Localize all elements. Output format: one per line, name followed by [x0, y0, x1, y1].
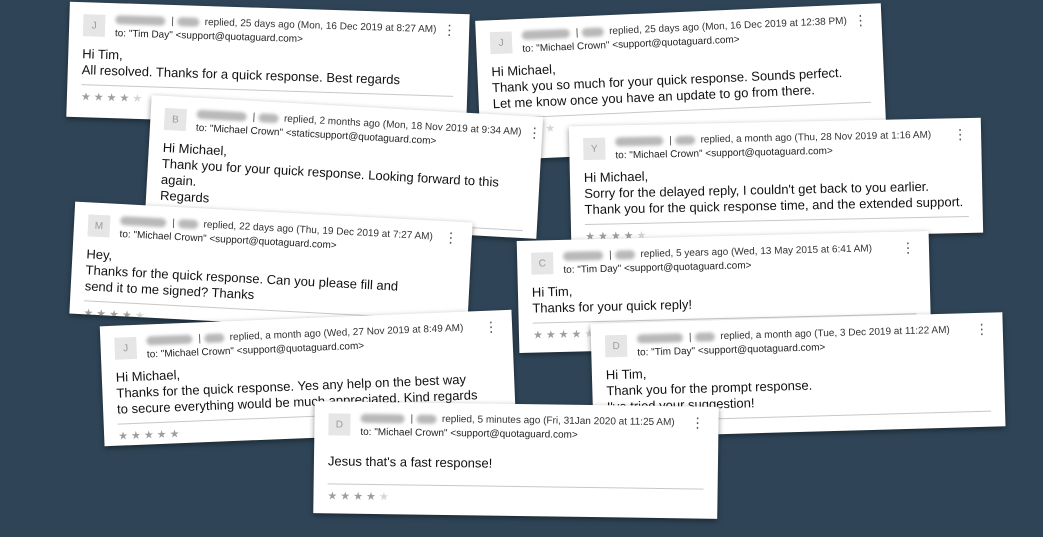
star-rating: ★★★★★ [327, 490, 392, 504]
redacted-name [562, 250, 604, 261]
more-options-icon[interactable]: ⋮ [484, 318, 499, 335]
more-options-icon[interactable]: ⋮ [442, 21, 456, 37]
redacted-org [581, 27, 604, 38]
recipient: to: "Michael Crown" <support@quotaguard.… [360, 426, 578, 441]
redacted-org [203, 333, 225, 344]
reply-meta: replied, 5 minutes ago (Fri, 31Jan 2020 … [441, 413, 675, 429]
more-options-icon[interactable]: ⋮ [901, 239, 915, 255]
avatar: J [489, 31, 513, 55]
redacted-name [360, 413, 405, 424]
redacted-org [416, 414, 437, 424]
more-options-icon[interactable]: ⋮ [690, 414, 704, 430]
redacted-org [674, 135, 695, 145]
message-body: Hi Tim, Thanks for your quick reply! [531, 283, 693, 316]
avatar: Y [583, 137, 606, 161]
avatar: B [163, 107, 187, 132]
reply-meta: replied, a month ago (Tue, 3 Dec 2019 at… [720, 324, 950, 343]
reply-meta: replied, a month ago (Wed, 27 Nov 2019 a… [229, 322, 464, 344]
avatar: C [530, 252, 554, 275]
message-body: Hi Tim, All resolved. Thanks for a quick… [81, 46, 401, 88]
redacted-name [615, 136, 664, 147]
more-options-icon[interactable]: ⋮ [975, 321, 989, 337]
recipient: to: "Tim Day" <support@quotaguard.com> [563, 260, 752, 276]
redacted-name [196, 109, 247, 122]
more-options-icon[interactable]: ⋮ [853, 12, 868, 29]
redacted-org [176, 16, 200, 27]
message-body: Hi Michael, Thank you so much for your q… [491, 61, 843, 112]
redacted-org [694, 332, 715, 342]
avatar: J [114, 336, 138, 360]
divider [327, 483, 704, 490]
redacted-name [521, 28, 570, 40]
recipient: to: "Tim Day" <support@quotaguard.com> [114, 28, 304, 46]
redacted-name [115, 15, 166, 26]
more-options-icon[interactable]: ⋮ [527, 124, 542, 141]
message-body: Jesus that's a fast response! [327, 453, 493, 471]
review-card: Y | replied, a month ago (Thu, 28 Nov 20… [568, 117, 984, 242]
reply-meta: replied, 5 years ago (Wed, 13 May 2015 a… [640, 243, 873, 261]
more-options-icon[interactable]: ⋮ [953, 126, 967, 142]
avatar: D [604, 334, 628, 358]
redacted-name [636, 333, 684, 344]
reply-meta: replied, a month ago (Thu, 28 Nov 2019 a… [700, 129, 932, 146]
more-options-icon[interactable]: ⋮ [443, 229, 458, 246]
redacted-org [614, 250, 635, 260]
avatar: J [82, 14, 106, 37]
redacted-name [146, 334, 193, 346]
recipient: to: "Tim Day" <support@quotaguard.com> [637, 342, 826, 359]
redacted-org [177, 218, 199, 229]
redacted-org [257, 113, 279, 124]
redacted-name [120, 215, 167, 228]
avatar: M [87, 214, 111, 238]
message-body: Hi Michael, Sorry for the delayed reply,… [583, 168, 964, 218]
review-card: D | replied, 5 minutes ago (Fri, 31Jan 2… [313, 401, 719, 519]
avatar: D [328, 413, 351, 436]
recipient: to: "Michael Crown" <support@quotaguard.… [615, 145, 833, 162]
